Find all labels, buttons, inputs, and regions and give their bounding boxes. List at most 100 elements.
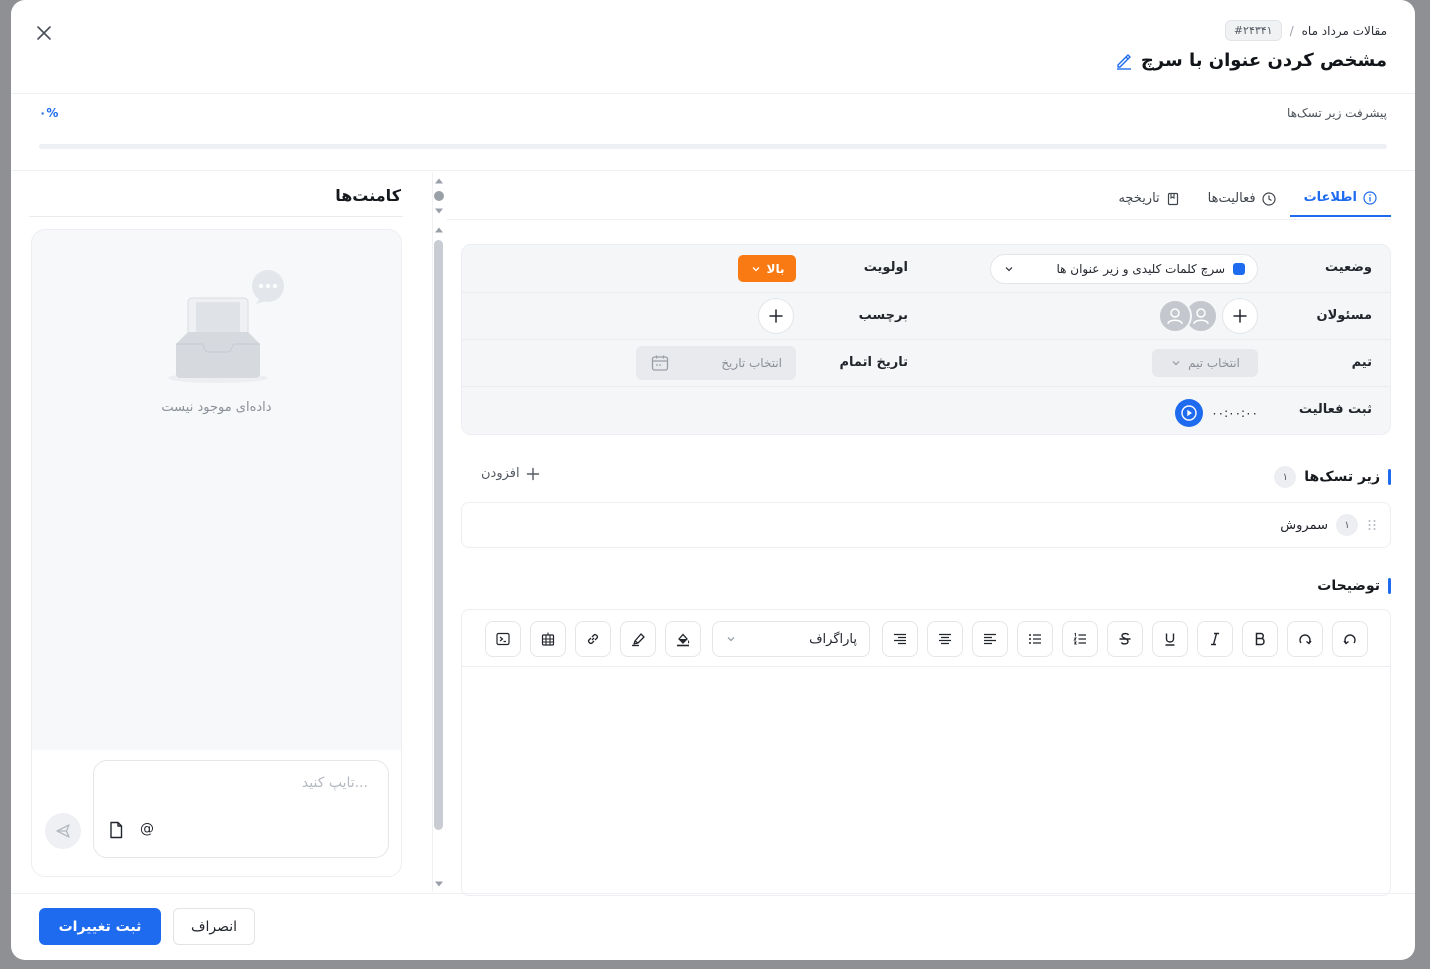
header-divider (11, 93, 1415, 94)
comments-divider (29, 216, 403, 217)
description-header: توضیحات (1317, 578, 1391, 594)
description-editor[interactable]: پاراگراف (461, 609, 1391, 896)
tab-activities-label: فعالیت‌ها (1207, 191, 1256, 206)
strikethrough-button[interactable] (1107, 621, 1143, 657)
file-attach-icon[interactable] (108, 821, 124, 839)
chevron-down-icon (1005, 267, 1013, 272)
tab-info[interactable]: اطلاعات (1289, 178, 1391, 217)
description-title: توضیحات (1317, 578, 1380, 594)
breadcrumb-project[interactable]: مقالات مرداد ماه (1302, 24, 1387, 38)
due-date-label: تاریخ اتمام (839, 355, 909, 370)
user-icon (1167, 308, 1183, 325)
bullet-list-button[interactable] (1017, 621, 1053, 657)
task-id-badge[interactable]: #۲۴۳۴۱ (1224, 20, 1282, 41)
breadcrumb: مقالات مرداد ماه / #۲۴۳۴۱ (1224, 20, 1387, 41)
fill-color-button[interactable] (665, 621, 701, 657)
calendar-icon (651, 355, 669, 371)
tab-history[interactable]: تاریخچه (1104, 178, 1193, 217)
progress-value: ۰% (39, 106, 59, 120)
highlighter-icon (632, 633, 645, 647)
highlighter-button[interactable] (620, 621, 656, 657)
align-center-button[interactable] (927, 621, 963, 657)
tab-history-label: تاریخچه (1118, 191, 1160, 206)
status-value: سرچ کلمات کلیدی و زیر عنوان ها (1056, 262, 1225, 276)
save-button[interactable]: ثبت تغییرات (39, 908, 161, 945)
title-row: مشخص کردن عنوان با سرچ (1115, 50, 1387, 71)
info-icon (1363, 190, 1377, 205)
assignees-label: مسئولان (1316, 308, 1372, 323)
team-select[interactable]: انتخاب تیم (1152, 349, 1258, 377)
priority-value: بالا (766, 261, 785, 276)
team-row: تیم انتخاب تیم تاریخ اتمام انتخاب تاریخ (462, 339, 1390, 386)
tab-activities[interactable]: فعالیت‌ها (1194, 178, 1290, 217)
italic-button[interactable] (1197, 621, 1233, 657)
cancel-button[interactable]: انصراف (173, 908, 255, 945)
link-button[interactable] (575, 621, 611, 657)
subtask-list: ۱ سمروش (461, 502, 1391, 548)
align-left-button[interactable] (972, 621, 1008, 657)
priority-select[interactable]: بالا (738, 255, 796, 282)
scrollbar-thumb[interactable] (434, 240, 443, 830)
edit-icon[interactable] (1115, 52, 1133, 70)
activity-row: ثبت فعالیت ۰۰:۰۰:۰۰ (462, 386, 1390, 433)
code-block-button[interactable] (485, 621, 521, 657)
section-accent-bar (1388, 578, 1391, 594)
team-placeholder: انتخاب تیم (1188, 356, 1240, 370)
add-subtask-button[interactable]: افزودن (481, 466, 540, 481)
undo-button[interactable] (1332, 621, 1368, 657)
start-timer-button[interactable] (1175, 399, 1204, 427)
fill-color-icon (677, 633, 690, 647)
bold-button[interactable] (1242, 621, 1278, 657)
redo-icon (1299, 634, 1312, 645)
status-color-dot (1233, 263, 1245, 275)
breadcrumb-separator: / (1289, 23, 1294, 38)
scroll-up-icon[interactable] (434, 176, 444, 186)
subtask-title: سمروش (1280, 517, 1328, 533)
scroll-down-icon[interactable] (434, 879, 444, 889)
close-button[interactable] (33, 22, 55, 44)
underline-icon (1165, 633, 1175, 646)
align-left-icon (984, 633, 996, 645)
code-block-icon (496, 632, 510, 646)
status-select[interactable]: سرچ کلمات کلیدی و زیر عنوان ها (990, 254, 1258, 284)
undo-icon (1343, 634, 1356, 645)
comment-input[interactable]: تایپ کنید... @ (93, 760, 389, 858)
clock-icon (1261, 191, 1276, 206)
subtask-index: ۱ (1336, 514, 1358, 536)
activity-label: ثبت فعالیت (1298, 402, 1372, 417)
mention-icon[interactable]: @ (140, 821, 154, 837)
send-comment-button[interactable] (45, 813, 81, 849)
bookmark-icon (1167, 192, 1178, 205)
priority-label: اولویت (863, 260, 908, 275)
add-assignee-button[interactable] (1222, 298, 1258, 334)
avatar[interactable] (1158, 299, 1192, 333)
scrollbar[interactable] (420, 172, 450, 892)
drag-handle-icon[interactable] (1366, 518, 1378, 532)
due-date-placeholder: انتخاب تاریخ (721, 356, 782, 370)
comment-composer: تایپ کنید... @ (32, 750, 401, 876)
team-label: تیم (1351, 355, 1372, 370)
timer-value: ۰۰:۰۰:۰۰ (1211, 406, 1258, 420)
subtasks-header: زیر تسک‌ها ۱ (1274, 466, 1391, 488)
empty-state-text: داده‌ای موجود نیست (161, 400, 272, 415)
redo-button[interactable] (1287, 621, 1323, 657)
bullet-list-icon (1029, 634, 1041, 644)
close-icon (37, 26, 51, 40)
paragraph-style-select[interactable]: پاراگراف (712, 621, 870, 657)
align-right-button[interactable] (882, 621, 918, 657)
due-date-input[interactable]: انتخاب تاریخ (636, 346, 796, 380)
comment-placeholder: تایپ کنید... (301, 775, 368, 791)
table-button[interactable] (530, 621, 566, 657)
tabs-divider (447, 219, 1391, 220)
section-divider (11, 170, 1415, 171)
list-item[interactable]: ۱ سمروش (1280, 514, 1378, 536)
ordered-list-button[interactable] (1062, 621, 1098, 657)
status-label: وضعیت (1324, 260, 1372, 275)
underline-button[interactable] (1152, 621, 1188, 657)
play-icon (1181, 405, 1197, 421)
add-tag-button[interactable] (758, 298, 794, 334)
assignees-row: مسئولان برچسب (462, 292, 1390, 339)
scroll-up-icon[interactable] (434, 225, 444, 235)
scroll-down-icon[interactable] (434, 206, 444, 216)
chevron-down-icon (1172, 361, 1180, 366)
